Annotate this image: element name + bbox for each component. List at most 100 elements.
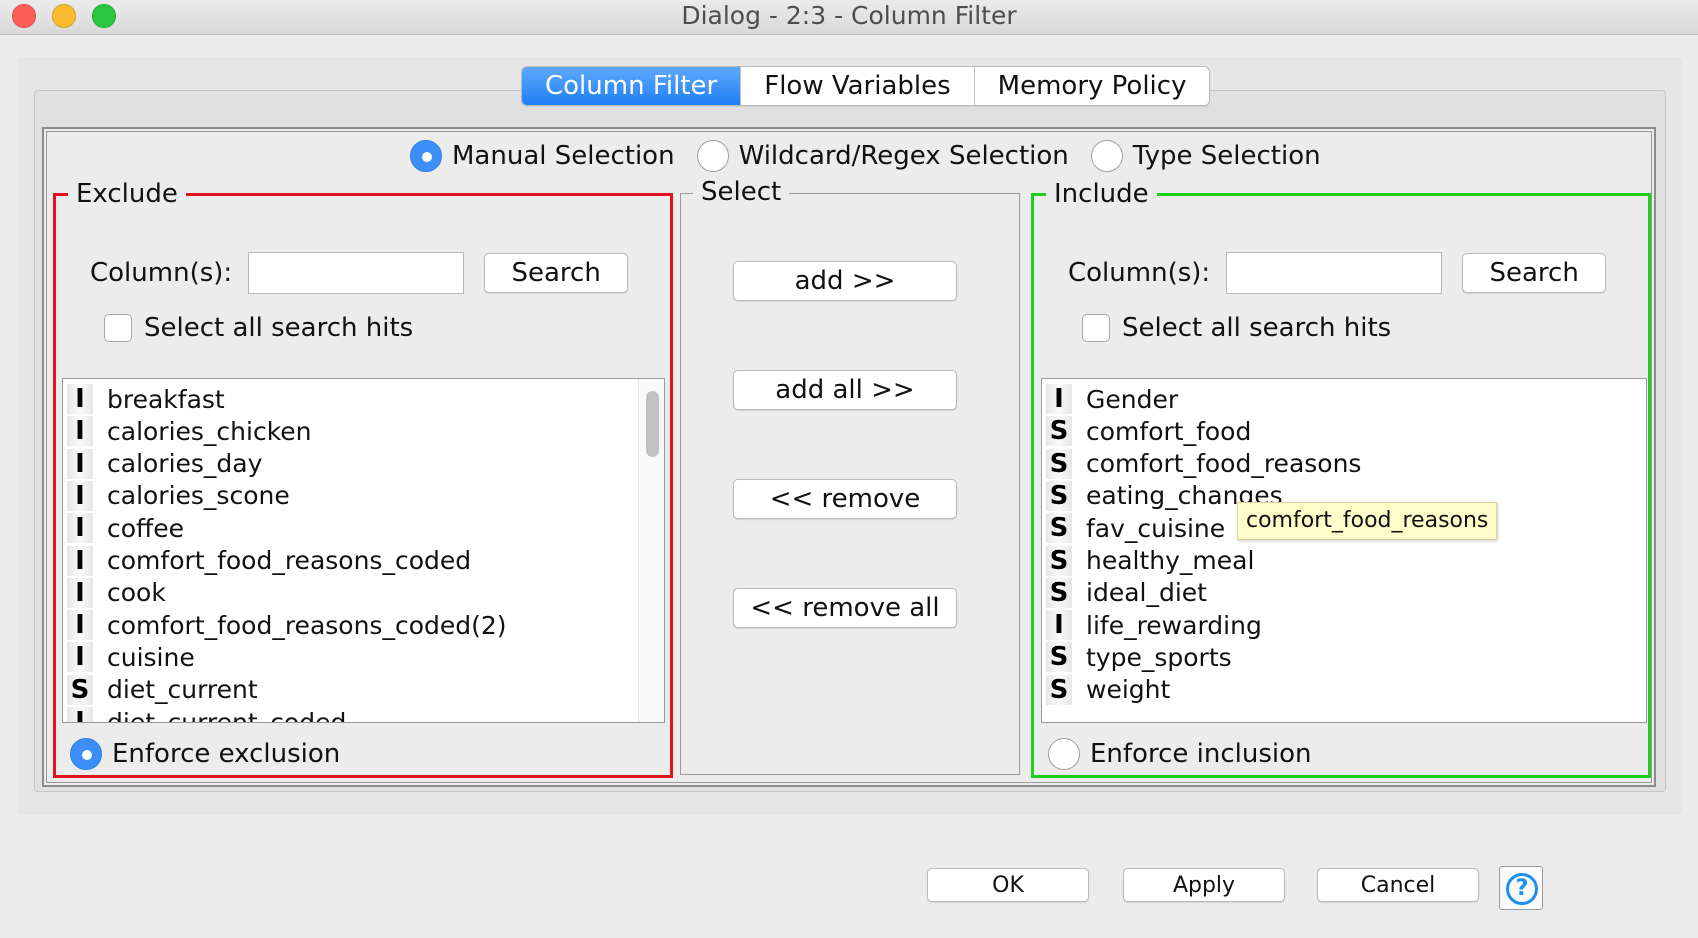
include-column-name: healthy_meal — [1086, 546, 1255, 575]
exclude-column-label: Column(s): — [90, 258, 233, 288]
integer-type-icon: I — [67, 545, 93, 576]
exclude-list-item[interactable]: Icalories_day — [67, 448, 262, 480]
type-selection-radio[interactable] — [1090, 140, 1123, 172]
add-all-button[interactable]: add all >> — [733, 370, 957, 410]
manual-selection-radio[interactable] — [410, 140, 442, 172]
include-search-button[interactable]: Search — [1462, 253, 1607, 293]
string-type-icon: S — [1046, 416, 1072, 447]
exclude-select-all-label: Select all search hits — [144, 313, 414, 343]
exclude-column-name: calories_chicken — [107, 416, 312, 446]
include-list-item[interactable]: Scomfort_food_reasons — [1046, 448, 1361, 480]
integer-type-icon: I — [67, 384, 93, 414]
tab-bar: Column Filter Flow Variables Memory Poli… — [521, 66, 1211, 106]
exclude-list-item[interactable]: Icomfort_food_reasons_coded(2) — [67, 609, 507, 641]
integer-type-icon: I — [1046, 610, 1072, 641]
exclude-column-name: diet_current — [107, 675, 258, 705]
include-list-item[interactable]: I Gender — [1046, 383, 1178, 415]
select-group: Select add >> add all >> << remove << re… — [680, 174, 1020, 775]
integer-type-icon: I — [1046, 384, 1072, 414]
include-column-label: Column(s): — [1068, 258, 1211, 288]
help-button[interactable]: ? — [1499, 866, 1543, 910]
include-legend: Include — [1046, 176, 1157, 212]
exclude-column-name: comfort_food_reasons_coded(2) — [107, 610, 507, 640]
exclude-list-item[interactable]: Icomfort_food_reasons_coded — [67, 545, 471, 577]
wildcard-regex-selection-option[interactable]: Wildcard/Regex Selection — [696, 140, 1069, 172]
apply-button[interactable]: Apply — [1123, 868, 1285, 902]
include-list-item[interactable]: Stype_sports — [1046, 641, 1232, 673]
include-column-name: Gender — [1086, 384, 1179, 414]
window-title: Dialog - 2:3 - Column Filter — [681, 1, 1017, 30]
select-legend: Select — [693, 174, 790, 210]
string-type-icon: S — [1046, 642, 1072, 673]
exclude-list-item[interactable]: Sdiet_current — [67, 674, 258, 706]
exclude-select-all-checkbox[interactable] — [104, 314, 132, 342]
exclude-list-item[interactable]: Icuisine — [67, 641, 195, 673]
enforce-exclusion-radio[interactable] — [70, 738, 102, 770]
integer-type-icon: I — [67, 416, 93, 447]
integer-type-icon: I — [67, 707, 93, 722]
enforce-inclusion-label: Enforce inclusion — [1090, 739, 1312, 769]
tab-column-filter[interactable]: Column Filter — [522, 67, 742, 105]
include-select-all-label: Select all search hits — [1122, 313, 1392, 343]
exclude-legend: Exclude — [68, 176, 186, 212]
exclude-list-item[interactable]: Ibreakfast — [67, 383, 225, 415]
type-selection-label: Type Selection — [1132, 141, 1321, 171]
integer-type-icon: I — [67, 480, 93, 511]
include-list-item[interactable]: Sweight — [1046, 674, 1170, 706]
add-button[interactable]: add >> — [733, 261, 957, 301]
include-list-item[interactable]: Sideal_diet — [1046, 577, 1207, 609]
string-type-icon: S — [1046, 674, 1072, 705]
include-column-name: fav_cuisine — [1086, 513, 1226, 543]
exclude-list-item[interactable]: Icoffee — [67, 512, 184, 544]
cancel-button[interactable]: Cancel — [1317, 868, 1479, 902]
string-type-icon: S — [1046, 448, 1072, 479]
exclude-column-name: cook — [107, 578, 166, 608]
include-list-item[interactable]: Scomfort_food — [1046, 415, 1251, 447]
include-list-item[interactable]: Ilife_rewarding — [1046, 609, 1262, 641]
include-column-name: comfort_food — [1086, 416, 1252, 446]
tab-flow-variables[interactable]: Flow Variables — [741, 67, 975, 105]
include-select-all-checkbox[interactable] — [1082, 314, 1110, 342]
include-search-input[interactable] — [1226, 252, 1443, 294]
exclude-column-name: calories_day — [107, 449, 263, 479]
exclude-search-button[interactable]: Search — [484, 253, 629, 293]
include-column-name: comfort_food_reasons — [1086, 449, 1362, 479]
integer-type-icon: I — [67, 610, 93, 641]
exclude-list-item[interactable]: Icook — [67, 577, 166, 609]
include-column-name: ideal_diet — [1086, 578, 1207, 608]
include-list-item[interactable]: Sfav_cuisine — [1046, 512, 1225, 544]
title-bar: Dialog - 2:3 - Column Filter — [0, 0, 1698, 35]
include-column-list[interactable]: I Gender Scomfort_food Scomfort_food_reason… — [1041, 378, 1647, 723]
string-type-icon: S — [67, 674, 93, 705]
exclude-list-item[interactable]: Idiet_current_coded — [67, 706, 346, 722]
integer-type-icon: I — [67, 642, 93, 673]
exclude-list-item[interactable]: Icalories_chicken — [67, 415, 312, 447]
integer-type-icon: I — [67, 448, 93, 479]
tab-memory-policy[interactable]: Memory Policy — [974, 67, 1210, 105]
string-type-icon: S — [1046, 513, 1072, 544]
type-selection-option[interactable]: Type Selection — [1090, 140, 1321, 172]
exclude-column-name: breakfast — [107, 384, 225, 414]
remove-button[interactable]: << remove — [733, 479, 957, 519]
wildcard-regex-selection-radio[interactable] — [696, 140, 729, 172]
enforce-inclusion-radio[interactable] — [1048, 738, 1080, 770]
wildcard-regex-selection-label: Wildcard/Regex Selection — [738, 141, 1069, 171]
include-column-name: type_sports — [1086, 642, 1232, 672]
exclude-column-name: coffee — [107, 513, 185, 543]
integer-type-icon: I — [67, 577, 93, 608]
string-type-icon: S — [1046, 545, 1072, 576]
manual-selection-option[interactable]: Manual Selection — [410, 140, 675, 172]
remove-all-button[interactable]: << remove all — [733, 588, 957, 628]
exclude-list-scroll-thumb[interactable] — [646, 391, 659, 457]
exclude-list-item[interactable]: Icalories_scone — [67, 480, 290, 512]
ok-button[interactable]: OK — [927, 868, 1089, 902]
include-list-item[interactable]: Shealthy_meal — [1046, 545, 1254, 577]
exclude-column-list[interactable]: Ibreakfast Icalories_chicken Icalories_day… — [62, 378, 665, 723]
exclude-column-name: cuisine — [107, 642, 195, 672]
exclude-list-scrollbar[interactable] — [638, 379, 664, 722]
exclude-search-input[interactable] — [248, 252, 465, 294]
manual-selection-label: Manual Selection — [452, 141, 675, 171]
exclude-column-name: calories_scone — [107, 481, 290, 511]
help-icon: ? — [1506, 873, 1538, 905]
column-name-tooltip: comfort_food_reasons — [1237, 502, 1498, 540]
